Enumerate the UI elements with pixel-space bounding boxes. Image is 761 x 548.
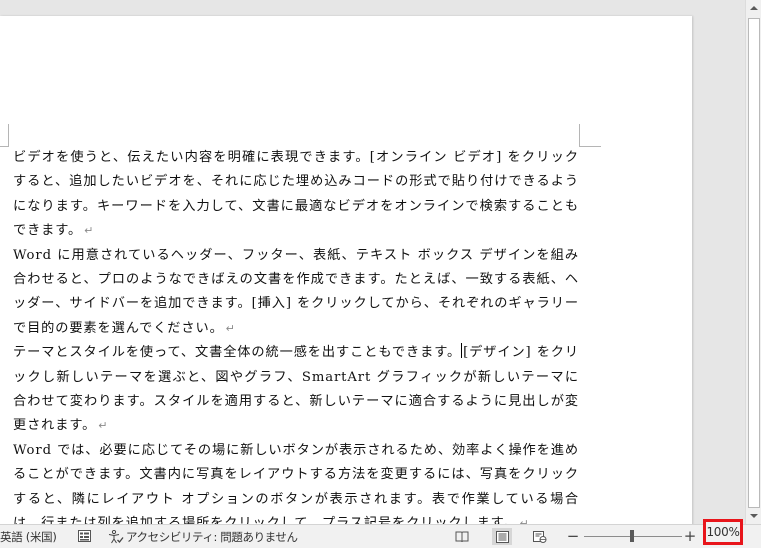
accessibility-check-icon [108, 530, 124, 544]
macro-record-icon[interactable] [78, 530, 91, 542]
margin-corner-mark-left [8, 124, 9, 146]
paragraph-mark-icon: ↵ [519, 517, 530, 524]
vertical-scrollbar[interactable] [745, 0, 761, 524]
document-canvas[interactable]: ビデオを使うと、伝えたい内容を明確に表現できます。[オンライン ビデオ] をクリ… [0, 0, 745, 524]
margin-corner-mark-left-h [0, 146, 9, 147]
read-mode-icon [455, 531, 469, 542]
paragraph[interactable]: Word に用意されているヘッダー、フッター、表紙、テキスト ボックス デザイン… [13, 244, 579, 342]
zoom-out-button[interactable]: − [566, 526, 580, 546]
zoom-slider-thumb[interactable] [630, 530, 634, 542]
web-layout-button[interactable] [530, 528, 550, 545]
web-layout-icon [533, 530, 547, 543]
paragraph-mark-icon: ↵ [98, 419, 109, 433]
scroll-up-button[interactable] [746, 0, 761, 16]
scrollbar-thumb[interactable] [748, 18, 760, 508]
margin-corner-mark-right [579, 124, 580, 146]
accessibility-status[interactable]: アクセシビリティ: 問題ありません [108, 529, 298, 545]
print-layout-button[interactable] [492, 528, 512, 545]
zoom-level-button[interactable]: 100% [703, 519, 743, 545]
margin-corner-mark-right-h [579, 146, 601, 147]
zoom-in-button[interactable]: + [683, 526, 697, 546]
document-body-text[interactable]: ビデオを使うと、伝えたい内容を明確に表現できます。[オンライン ビデオ] をクリ… [13, 146, 579, 524]
accessibility-status-label: アクセシビリティ: 問題ありません [126, 530, 298, 544]
language-indicator[interactable]: 英語 (米国) [0, 529, 57, 545]
arrow-down-icon [749, 514, 758, 518]
read-mode-button[interactable] [452, 528, 472, 545]
paragraph[interactable]: Word では、必要に応じてその場に新しいボタンが表示されるため、効率よく操作を… [13, 439, 579, 524]
paragraph-mark-icon: ↵ [84, 224, 95, 238]
paragraph[interactable]: テーマとスタイルを使って、文書全体の統一感を出すこともできます。 [デザイン] を… [13, 341, 579, 439]
arrow-up-icon [749, 6, 758, 10]
paragraph[interactable]: ビデオを使うと、伝えたい内容を明確に表現できます。[オンライン ビデオ] をクリ… [13, 146, 579, 244]
scroll-down-button[interactable] [746, 508, 761, 524]
status-bar: 英語 (米国) アクセシビリティ: 問題ありません − + [0, 524, 761, 548]
paragraph-mark-icon: ↵ [225, 321, 236, 335]
print-layout-icon [495, 530, 509, 543]
text-cursor [461, 343, 463, 359]
